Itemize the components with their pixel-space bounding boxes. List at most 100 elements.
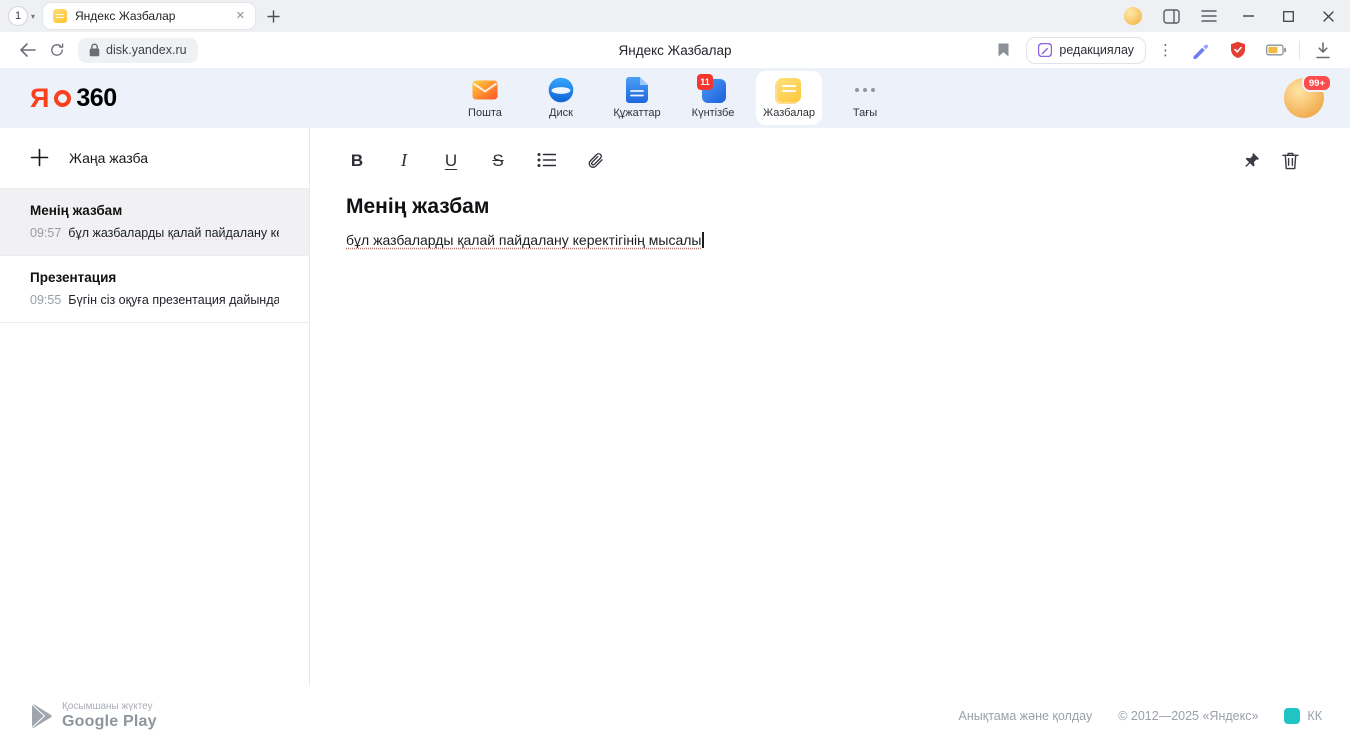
note-item-time: 09:57	[30, 226, 61, 240]
yandex360-header: Я 360 Пошта Диск Құжаттар	[0, 68, 1350, 128]
browser-window: 1 ▾ Яндекс Жазбалар ✕	[0, 0, 1350, 746]
format-bold-button[interactable]: B	[346, 152, 368, 169]
tab-group-count: 1	[8, 6, 28, 26]
pin-button[interactable]	[1239, 148, 1263, 172]
minimize-button[interactable]	[1228, 1, 1268, 31]
delete-button[interactable]	[1278, 148, 1302, 172]
footer-right-group: Анықтама және қолдау © 2012—2025 «Яндекс…	[959, 708, 1322, 724]
app-tab-calendar[interactable]: 11 Күнтізбе	[680, 71, 746, 125]
maximize-button[interactable]	[1268, 1, 1308, 31]
battery-extension-button[interactable]	[1261, 36, 1291, 64]
minimize-icon	[1243, 15, 1254, 17]
close-button[interactable]	[1308, 1, 1348, 31]
logo-360-text: 360	[76, 86, 116, 111]
pin-icon	[1242, 151, 1261, 170]
note-item-time: 09:55	[30, 293, 61, 307]
edit-mode-button[interactable]: редакциялау	[1026, 37, 1146, 64]
emoji-face-icon	[1124, 7, 1142, 25]
browser-tab-bar: 1 ▾ Яндекс Жазбалар ✕	[0, 0, 1350, 32]
google-play-link[interactable]: Қосымшаны жүктеу Google Play	[30, 701, 157, 731]
bullet-list-icon	[537, 152, 556, 168]
trash-icon	[1282, 151, 1299, 170]
note-item-subline: 09:55 Бүгін сіз оқуға презентация дайынд…	[30, 293, 279, 307]
bookmark-icon	[997, 42, 1010, 58]
yandex-360-logo[interactable]: Я 360	[30, 85, 117, 112]
app-tab-disk[interactable]: Диск	[528, 71, 594, 125]
reload-button[interactable]	[42, 36, 72, 64]
list-button[interactable]	[534, 148, 558, 172]
note-item-snippet: бұл жазбаларды қалай пайдалану ке…	[68, 226, 279, 240]
app-label-calendar: Күнтізбе	[692, 107, 735, 119]
url-domain: disk.yandex.ru	[106, 43, 187, 57]
editor-toolbar: B I U S	[346, 141, 1302, 179]
reload-icon	[49, 42, 65, 58]
language-icon	[1284, 708, 1300, 724]
google-play-text: Қосымшаны жүктеу Google Play	[62, 701, 157, 731]
new-tab-button[interactable]	[259, 2, 287, 30]
logo-letter: Я	[30, 85, 49, 112]
mail-icon	[472, 77, 498, 103]
note-item-title: Презентация	[30, 270, 279, 285]
app-tab-more[interactable]: Тағы	[832, 71, 898, 125]
more-icon	[852, 77, 878, 103]
format-underline-button[interactable]: U	[440, 152, 462, 169]
copyright: © 2012—2025 «Яндекс»	[1118, 709, 1258, 723]
notes-favicon-icon	[53, 9, 67, 23]
note-title[interactable]: Менің жазбам	[346, 195, 1302, 219]
paperclip-icon	[586, 151, 604, 170]
note-list-item[interactable]: Менің жазбам 09:57 бұл жазбаларды қалай …	[0, 189, 309, 256]
tab-group-indicator[interactable]: 1 ▾	[8, 6, 35, 26]
edit-mode-icon	[1038, 43, 1052, 57]
help-link[interactable]: Анықтама және қолдау	[959, 709, 1093, 723]
avatar[interactable]: 99+	[1284, 78, 1324, 118]
notes-icon	[776, 77, 802, 103]
app-tab-documents[interactable]: Құжаттар	[604, 71, 670, 125]
bookmark-button[interactable]	[988, 36, 1018, 64]
app-tab-mail[interactable]: Пошта	[452, 71, 518, 125]
toolbar-divider	[1299, 41, 1300, 59]
browser-tab[interactable]: Яндекс Жазбалар ✕	[43, 3, 255, 29]
notification-badge: 99+	[1302, 74, 1332, 92]
note-body[interactable]: бұл жазбаларды қалай пайдалану керектігі…	[346, 232, 1302, 248]
tab-title: Яндекс Жазбалар	[75, 9, 226, 23]
google-play-label: Google Play	[62, 713, 157, 731]
main-content: Жаңа жазба Менің жазбам 09:57 бұл жазбал…	[0, 128, 1350, 686]
attach-button[interactable]	[583, 148, 607, 172]
menu-icon[interactable]	[1190, 2, 1228, 30]
note-list-item[interactable]: Презентация 09:55 Бүгін сіз оқуға презен…	[0, 256, 309, 323]
back-button[interactable]	[12, 36, 42, 64]
app-label-more: Тағы	[853, 107, 877, 119]
shield-extension-button[interactable]	[1223, 36, 1253, 64]
note-item-title: Менің жазбам	[30, 203, 279, 218]
shield-icon	[1230, 41, 1246, 59]
text-caret	[702, 232, 704, 248]
download-app-caption: Қосымшаны жүктеу	[62, 701, 157, 712]
browser-toolbar: disk.yandex.ru Яндекс Жазбалар редакциял…	[0, 32, 1350, 68]
kebab-menu-icon[interactable]: ⋮	[1154, 41, 1177, 59]
maximize-icon	[1283, 11, 1294, 22]
app-label-documents: Құжаттар	[613, 107, 660, 119]
edit-mode-label: редакциялау	[1059, 43, 1134, 57]
profile-emoji-icon[interactable]	[1114, 2, 1152, 30]
app-switcher: Пошта Диск Құжаттар 11 Күнтізбе	[452, 68, 898, 128]
format-italic-button[interactable]: I	[393, 151, 415, 169]
plus-icon	[267, 10, 280, 23]
app-tab-notes[interactable]: Жазбалар	[756, 71, 822, 125]
format-strikethrough-button[interactable]: S	[487, 152, 509, 169]
page-footer: Қосымшаны жүктеу Google Play Анықтама жә…	[0, 686, 1350, 746]
pen-icon	[1191, 41, 1209, 59]
tab-close-icon[interactable]: ✕	[234, 9, 247, 24]
address-bar[interactable]: disk.yandex.ru	[78, 38, 198, 63]
calendar-icon: 11	[700, 77, 726, 103]
new-note-button[interactable]: Жаңа жазба	[0, 128, 309, 189]
editor-actions	[1239, 148, 1302, 172]
app-label-disk: Диск	[549, 107, 573, 119]
language-label: КК	[1307, 709, 1322, 723]
new-note-label: Жаңа жазба	[69, 150, 148, 166]
language-switcher[interactable]: КК	[1284, 708, 1322, 724]
download-button[interactable]	[1308, 36, 1338, 64]
disk-icon	[548, 77, 574, 103]
panels-icon[interactable]	[1152, 2, 1190, 30]
pen-extension-button[interactable]	[1185, 36, 1215, 64]
notes-sidebar: Жаңа жазба Менің жазбам 09:57 бұл жазбал…	[0, 128, 310, 686]
